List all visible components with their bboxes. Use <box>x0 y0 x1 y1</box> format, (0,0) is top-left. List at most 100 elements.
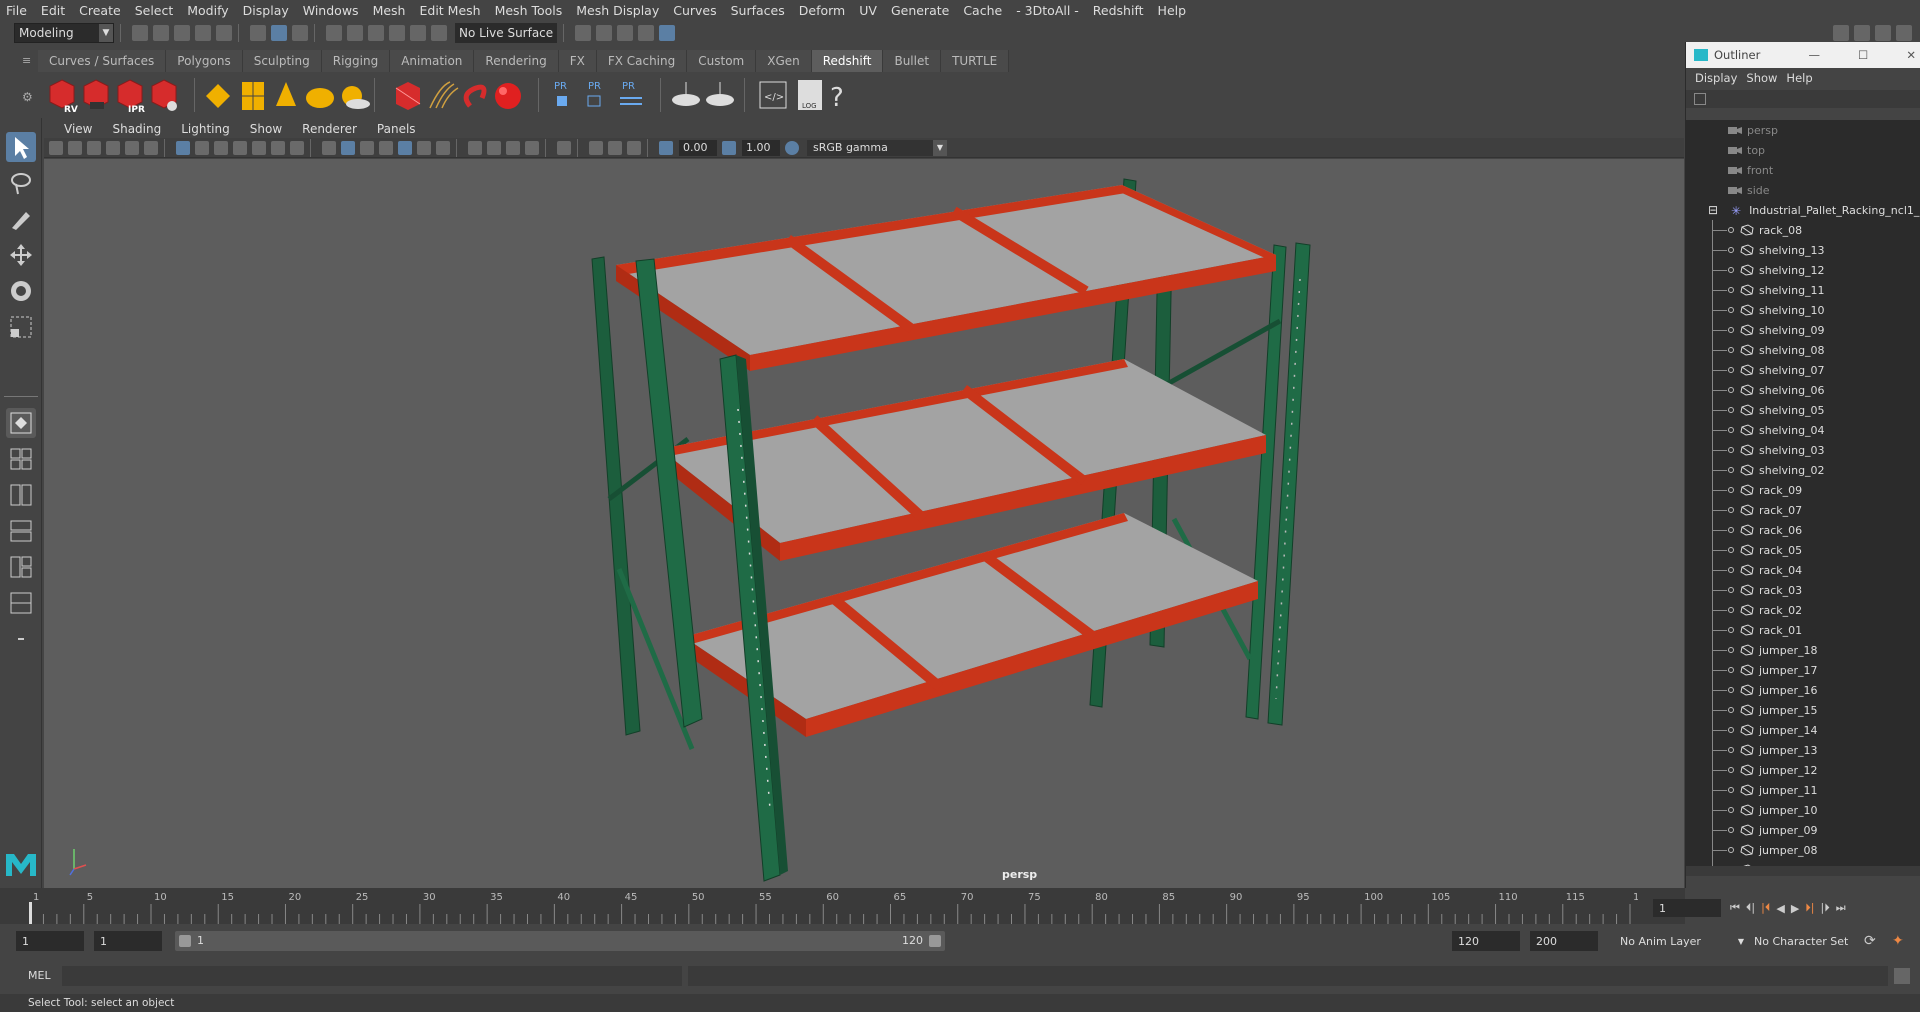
color-management-icon[interactable] <box>785 140 799 155</box>
isolate-select-icon[interactable] <box>557 140 571 155</box>
outliner-camera-item[interactable]: persp <box>1686 120 1920 140</box>
outliner-tree[interactable]: persp top front side ⊟ ✳ Industrial_Pallet_Rac… <box>1686 120 1920 876</box>
outliner-mesh-item[interactable]: jumper_13 <box>1686 740 1920 760</box>
shelf-tab[interactable]: TURTLE <box>941 50 1010 72</box>
panel-menu-item[interactable]: Lighting <box>181 122 230 136</box>
gamma-toggle-icon[interactable] <box>722 140 736 155</box>
workspace-icon[interactable] <box>1833 25 1849 41</box>
bake-sets-icon[interactable] <box>706 82 734 106</box>
outliner-mesh-item[interactable]: rack_09 <box>1686 480 1920 500</box>
render-view-rv-icon[interactable]: RV <box>49 79 78 115</box>
outliner-mesh-item[interactable]: shelving_02 <box>1686 460 1920 480</box>
outliner-menu-item[interactable]: Display <box>1695 71 1737 85</box>
image-plane-icon[interactable] <box>106 140 120 155</box>
new-scene-icon[interactable] <box>132 24 148 41</box>
outliner-mesh-item[interactable]: jumper_14 <box>1686 720 1920 740</box>
outliner-mesh-item[interactable]: jumper_15 <box>1686 700 1920 720</box>
menu-item[interactable]: Select <box>135 3 174 18</box>
outliner-mesh-item[interactable]: shelving_10 <box>1686 300 1920 320</box>
sphere-material-icon[interactable] <box>495 83 521 109</box>
outliner-mesh-item[interactable]: shelving_09 <box>1686 320 1920 340</box>
menu-item[interactable]: Create <box>79 3 121 18</box>
screen-space-ao-icon[interactable] <box>468 140 482 155</box>
outliner-search-bar[interactable] <box>1686 90 1920 108</box>
outliner-mesh-item[interactable]: rack_07 <box>1686 500 1920 520</box>
field-chart-icon[interactable] <box>252 140 266 155</box>
menu-item[interactable]: - 3DtoAll - <box>1016 3 1079 18</box>
close-icon[interactable]: ✕ <box>1906 48 1916 62</box>
panel-menu-item[interactable]: Panels <box>377 122 416 136</box>
menu-item[interactable]: Cache <box>963 3 1002 18</box>
shelf-tab[interactable]: Sculpting <box>242 50 322 72</box>
step-forward-key-icon[interactable]: ⏵| <box>1805 901 1814 915</box>
outliner-mesh-item[interactable]: rack_03 <box>1686 580 1920 600</box>
go-to-start-icon[interactable]: ⏮ <box>1730 901 1740 915</box>
paint-select-tool-icon[interactable] <box>6 204 36 234</box>
live-surface-field[interactable]: No Live Surface <box>455 22 557 43</box>
bookmark-icon[interactable] <box>87 140 101 155</box>
persp-outliner-layout-icon[interactable] <box>6 516 36 546</box>
outliner-mesh-item[interactable]: rack_05 <box>1686 540 1920 560</box>
menu-item[interactable]: Mesh Tools <box>495 3 563 18</box>
maximize-icon[interactable]: ☐ <box>1858 48 1868 62</box>
redo-icon[interactable] <box>216 24 232 41</box>
step-back-frame-icon[interactable]: ⏴| <box>1746 901 1755 915</box>
help-icon[interactable]: ? <box>830 83 844 113</box>
pr-import-icon[interactable]: PR <box>587 81 601 107</box>
exposure-toggle-icon[interactable] <box>659 140 673 155</box>
play-forwards-icon[interactable]: ▶ <box>1791 902 1799 915</box>
select-component-icon[interactable] <box>292 24 308 41</box>
motion-blur-icon[interactable] <box>487 140 501 155</box>
menu-item[interactable]: File <box>6 3 27 18</box>
pr-swap-icon[interactable]: PR <box>620 81 642 105</box>
shelf-tab[interactable]: Bullet <box>883 50 942 72</box>
go-to-end-icon[interactable]: ⏭ <box>1836 901 1846 915</box>
snap-grid-icon[interactable] <box>326 24 342 41</box>
shelf-tab[interactable]: Rigging <box>321 50 391 72</box>
outliner-mesh-item[interactable]: jumper_16 <box>1686 680 1920 700</box>
filter-icon[interactable] <box>1694 93 1706 105</box>
hypershade-icon[interactable] <box>638 24 654 41</box>
menu-item[interactable]: Redshift <box>1093 3 1144 18</box>
play-backwards-icon[interactable]: ◀ <box>1776 902 1784 915</box>
use-all-lights-icon[interactable] <box>417 140 431 155</box>
current-frame-field[interactable]: 1 <box>1653 899 1721 917</box>
four-pane-layout-icon[interactable] <box>6 444 36 474</box>
shelf-tab[interactable]: Polygons <box>166 50 243 72</box>
smooth-shade-icon[interactable] <box>341 140 355 155</box>
outliner-mesh-item[interactable]: jumper_09 <box>1686 820 1920 840</box>
two-pane-layout-icon[interactable] <box>6 480 36 510</box>
hair-icon[interactable] <box>429 81 459 109</box>
command-input[interactable] <box>62 966 682 986</box>
outliner-mesh-item[interactable]: rack_04 <box>1686 560 1920 580</box>
grease-pencil-icon[interactable] <box>144 140 158 155</box>
menu-item[interactable]: Generate <box>891 3 949 18</box>
spot-light-icon[interactable] <box>276 82 296 106</box>
script-editor-icon[interactable]: </> <box>759 81 787 109</box>
render-settings-icon[interactable] <box>617 24 633 41</box>
channel-box-icon[interactable] <box>1854 25 1870 41</box>
grid-icon[interactable] <box>176 140 190 155</box>
xray-active-components-icon[interactable] <box>608 140 622 155</box>
safe-title-icon[interactable] <box>290 140 304 155</box>
menu-item[interactable]: Mesh <box>373 3 406 18</box>
film-gate-icon[interactable] <box>195 140 209 155</box>
depth-of-field-icon[interactable] <box>525 140 539 155</box>
shelf-tab[interactable]: FX <box>558 50 597 72</box>
current-time-marker[interactable] <box>29 902 32 924</box>
outliner-mesh-item[interactable]: shelving_06 <box>1686 380 1920 400</box>
render-ipr-icon[interactable]: IPR <box>117 79 145 115</box>
proxy-icon[interactable] <box>395 82 421 110</box>
menu-item[interactable]: Surfaces <box>731 3 785 18</box>
menu-item[interactable]: Display <box>243 3 289 18</box>
menu-item[interactable]: Help <box>1158 3 1187 18</box>
outliner-mesh-item[interactable]: shelving_12 <box>1686 260 1920 280</box>
single-pane-layout-icon[interactable] <box>6 408 36 438</box>
attribute-editor-icon[interactable] <box>1875 25 1891 41</box>
range-slider[interactable]: 1 120 <box>175 931 945 951</box>
outliner-camera-item[interactable]: front <box>1686 160 1920 180</box>
render-batch-icon[interactable] <box>83 79 109 109</box>
mid-right-upright[interactable] <box>1149 242 1287 720</box>
wireframe-on-shaded-icon[interactable] <box>379 140 393 155</box>
snap-point-icon[interactable] <box>368 24 384 41</box>
